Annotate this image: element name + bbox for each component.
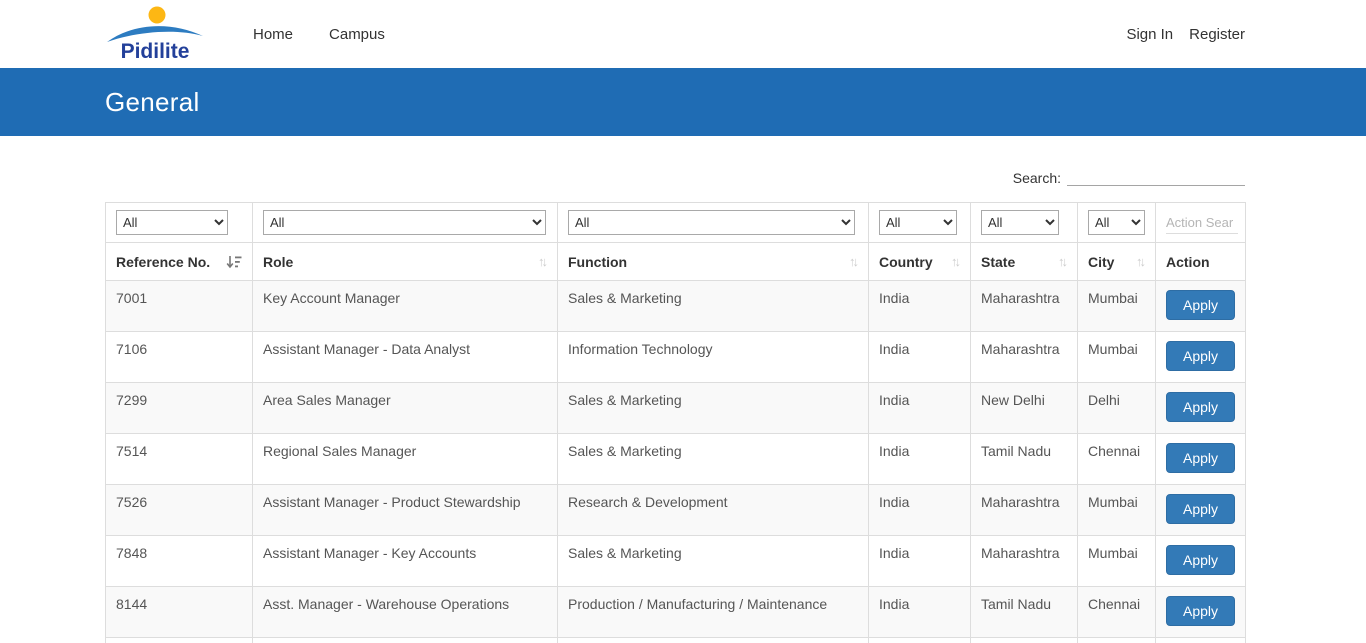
cell-function: Sales & Marketing xyxy=(558,281,869,332)
cell-reference: 7299 xyxy=(106,383,253,434)
city-filter-select[interactable]: All xyxy=(1088,210,1145,235)
apply-button[interactable]: Apply xyxy=(1166,545,1235,575)
search-label: Search: xyxy=(1013,170,1061,186)
main-nav: Home Campus xyxy=(253,26,385,43)
cell-country: India xyxy=(869,281,971,332)
cell-country: India xyxy=(869,536,971,587)
cell-country: India xyxy=(869,587,971,638)
cell-country: India xyxy=(869,383,971,434)
nav-home[interactable]: Home xyxy=(253,26,293,43)
cell-role: Key Account Manager xyxy=(253,281,558,332)
state-filter-select[interactable]: All xyxy=(981,210,1059,235)
sort-icon: ↑↓ xyxy=(538,254,547,269)
apply-button[interactable]: Apply xyxy=(1166,290,1235,320)
apply-button[interactable]: Apply xyxy=(1166,341,1235,371)
auth-nav: Sign In Register xyxy=(1126,26,1245,43)
apply-button[interactable]: Apply xyxy=(1166,494,1235,524)
cell-country: India xyxy=(869,434,971,485)
cell-reference: 7106 xyxy=(106,332,253,383)
cell-function: Information Technology xyxy=(558,332,869,383)
apply-button[interactable]: Apply xyxy=(1166,596,1235,626)
cell-state: Maharashtra xyxy=(971,536,1078,587)
cell-state: Tamil Nadu xyxy=(971,434,1078,485)
cell-city: Delhi xyxy=(1078,383,1156,434)
cell-role: Regional Sales Manager xyxy=(253,434,558,485)
cell-city: Mumbai xyxy=(1078,536,1156,587)
column-header-action: Action xyxy=(1156,243,1246,281)
sort-amount-icon xyxy=(226,255,242,269)
cell-reference: 7848 xyxy=(106,536,253,587)
jobs-table: All All All All All All Reference No. xyxy=(105,202,1246,643)
role-filter-select[interactable]: All xyxy=(263,210,546,235)
cell-role: Asst. Manager - Warehouse Operations xyxy=(253,587,558,638)
cell-function: Research & Development xyxy=(558,485,869,536)
cell-country: India xyxy=(869,485,971,536)
function-filter-select[interactable]: All xyxy=(568,210,855,235)
column-header-function[interactable]: Function↑↓ xyxy=(558,243,869,281)
sign-in-link[interactable]: Sign In xyxy=(1126,26,1173,43)
top-header: Pidilite Home Campus Sign In Register xyxy=(0,0,1366,68)
column-header-role[interactable]: Role↑↓ xyxy=(253,243,558,281)
cell-function: Sales & Marketing xyxy=(558,434,869,485)
table-row-partial xyxy=(106,638,1246,643)
cell-state: Maharashtra xyxy=(971,485,1078,536)
cell-state: Tamil Nadu xyxy=(971,587,1078,638)
table-row: 7526 Assistant Manager - Product Steward… xyxy=(106,485,1246,536)
sort-icon: ↑↓ xyxy=(951,254,960,269)
cell-function: Sales & Marketing xyxy=(558,536,869,587)
sort-icon: ↑↓ xyxy=(1136,254,1145,269)
cell-state: Maharashtra xyxy=(971,332,1078,383)
table-row: 7299 Area Sales Manager Sales & Marketin… xyxy=(106,383,1246,434)
reference-filter-select[interactable]: All xyxy=(116,210,228,235)
cell-function: Production / Manufacturing / Maintenance xyxy=(558,587,869,638)
page-title: General xyxy=(105,87,200,118)
cell-city: Mumbai xyxy=(1078,485,1156,536)
logo-sun-icon xyxy=(149,7,166,24)
column-header-country[interactable]: Country↑↓ xyxy=(869,243,971,281)
cell-city: Chennai xyxy=(1078,434,1156,485)
cell-role: Assistant Manager - Key Accounts xyxy=(253,536,558,587)
table-row: 7514 Regional Sales Manager Sales & Mark… xyxy=(106,434,1246,485)
table-row: 7848 Assistant Manager - Key Accounts Sa… xyxy=(106,536,1246,587)
table-header-row: Reference No. Role↑↓ Function↑↓ Country↑… xyxy=(106,243,1246,281)
table-row: 8144 Asst. Manager - Warehouse Operation… xyxy=(106,587,1246,638)
cell-state: New Delhi xyxy=(971,383,1078,434)
country-filter-select[interactable]: All xyxy=(879,210,957,235)
sort-icon: ↑↓ xyxy=(1058,254,1067,269)
column-header-city[interactable]: City↑↓ xyxy=(1078,243,1156,281)
cell-reference: 8144 xyxy=(106,587,253,638)
apply-button[interactable]: Apply xyxy=(1166,392,1235,422)
cell-reference: 7514 xyxy=(106,434,253,485)
table-row: 7106 Assistant Manager - Data Analyst In… xyxy=(106,332,1246,383)
cell-state: Maharashtra xyxy=(971,281,1078,332)
pidilite-logo[interactable]: Pidilite xyxy=(105,5,205,63)
search-bar: Search: xyxy=(105,166,1245,192)
table-row: 7001 Key Account Manager Sales & Marketi… xyxy=(106,281,1246,332)
logo-wordmark: Pidilite xyxy=(121,40,190,63)
column-filter-row: All All All All All All xyxy=(106,203,1246,243)
register-link[interactable]: Register xyxy=(1189,26,1245,43)
search-input[interactable] xyxy=(1067,166,1245,186)
nav-campus[interactable]: Campus xyxy=(329,26,385,43)
action-search-input[interactable] xyxy=(1166,212,1238,234)
cell-role: Assistant Manager - Product Stewardship xyxy=(253,485,558,536)
cell-city: Chennai xyxy=(1078,587,1156,638)
cell-reference: 7526 xyxy=(106,485,253,536)
apply-button[interactable]: Apply xyxy=(1166,443,1235,473)
sort-icon: ↑↓ xyxy=(849,254,858,269)
column-header-state[interactable]: State↑↓ xyxy=(971,243,1078,281)
cell-city: Mumbai xyxy=(1078,281,1156,332)
cell-reference: 7001 xyxy=(106,281,253,332)
cell-function: Sales & Marketing xyxy=(558,383,869,434)
cell-role: Assistant Manager - Data Analyst xyxy=(253,332,558,383)
cell-country: India xyxy=(869,332,971,383)
page-banner: General xyxy=(0,68,1366,136)
cell-role: Area Sales Manager xyxy=(253,383,558,434)
column-header-reference[interactable]: Reference No. xyxy=(106,243,253,281)
cell-city: Mumbai xyxy=(1078,332,1156,383)
